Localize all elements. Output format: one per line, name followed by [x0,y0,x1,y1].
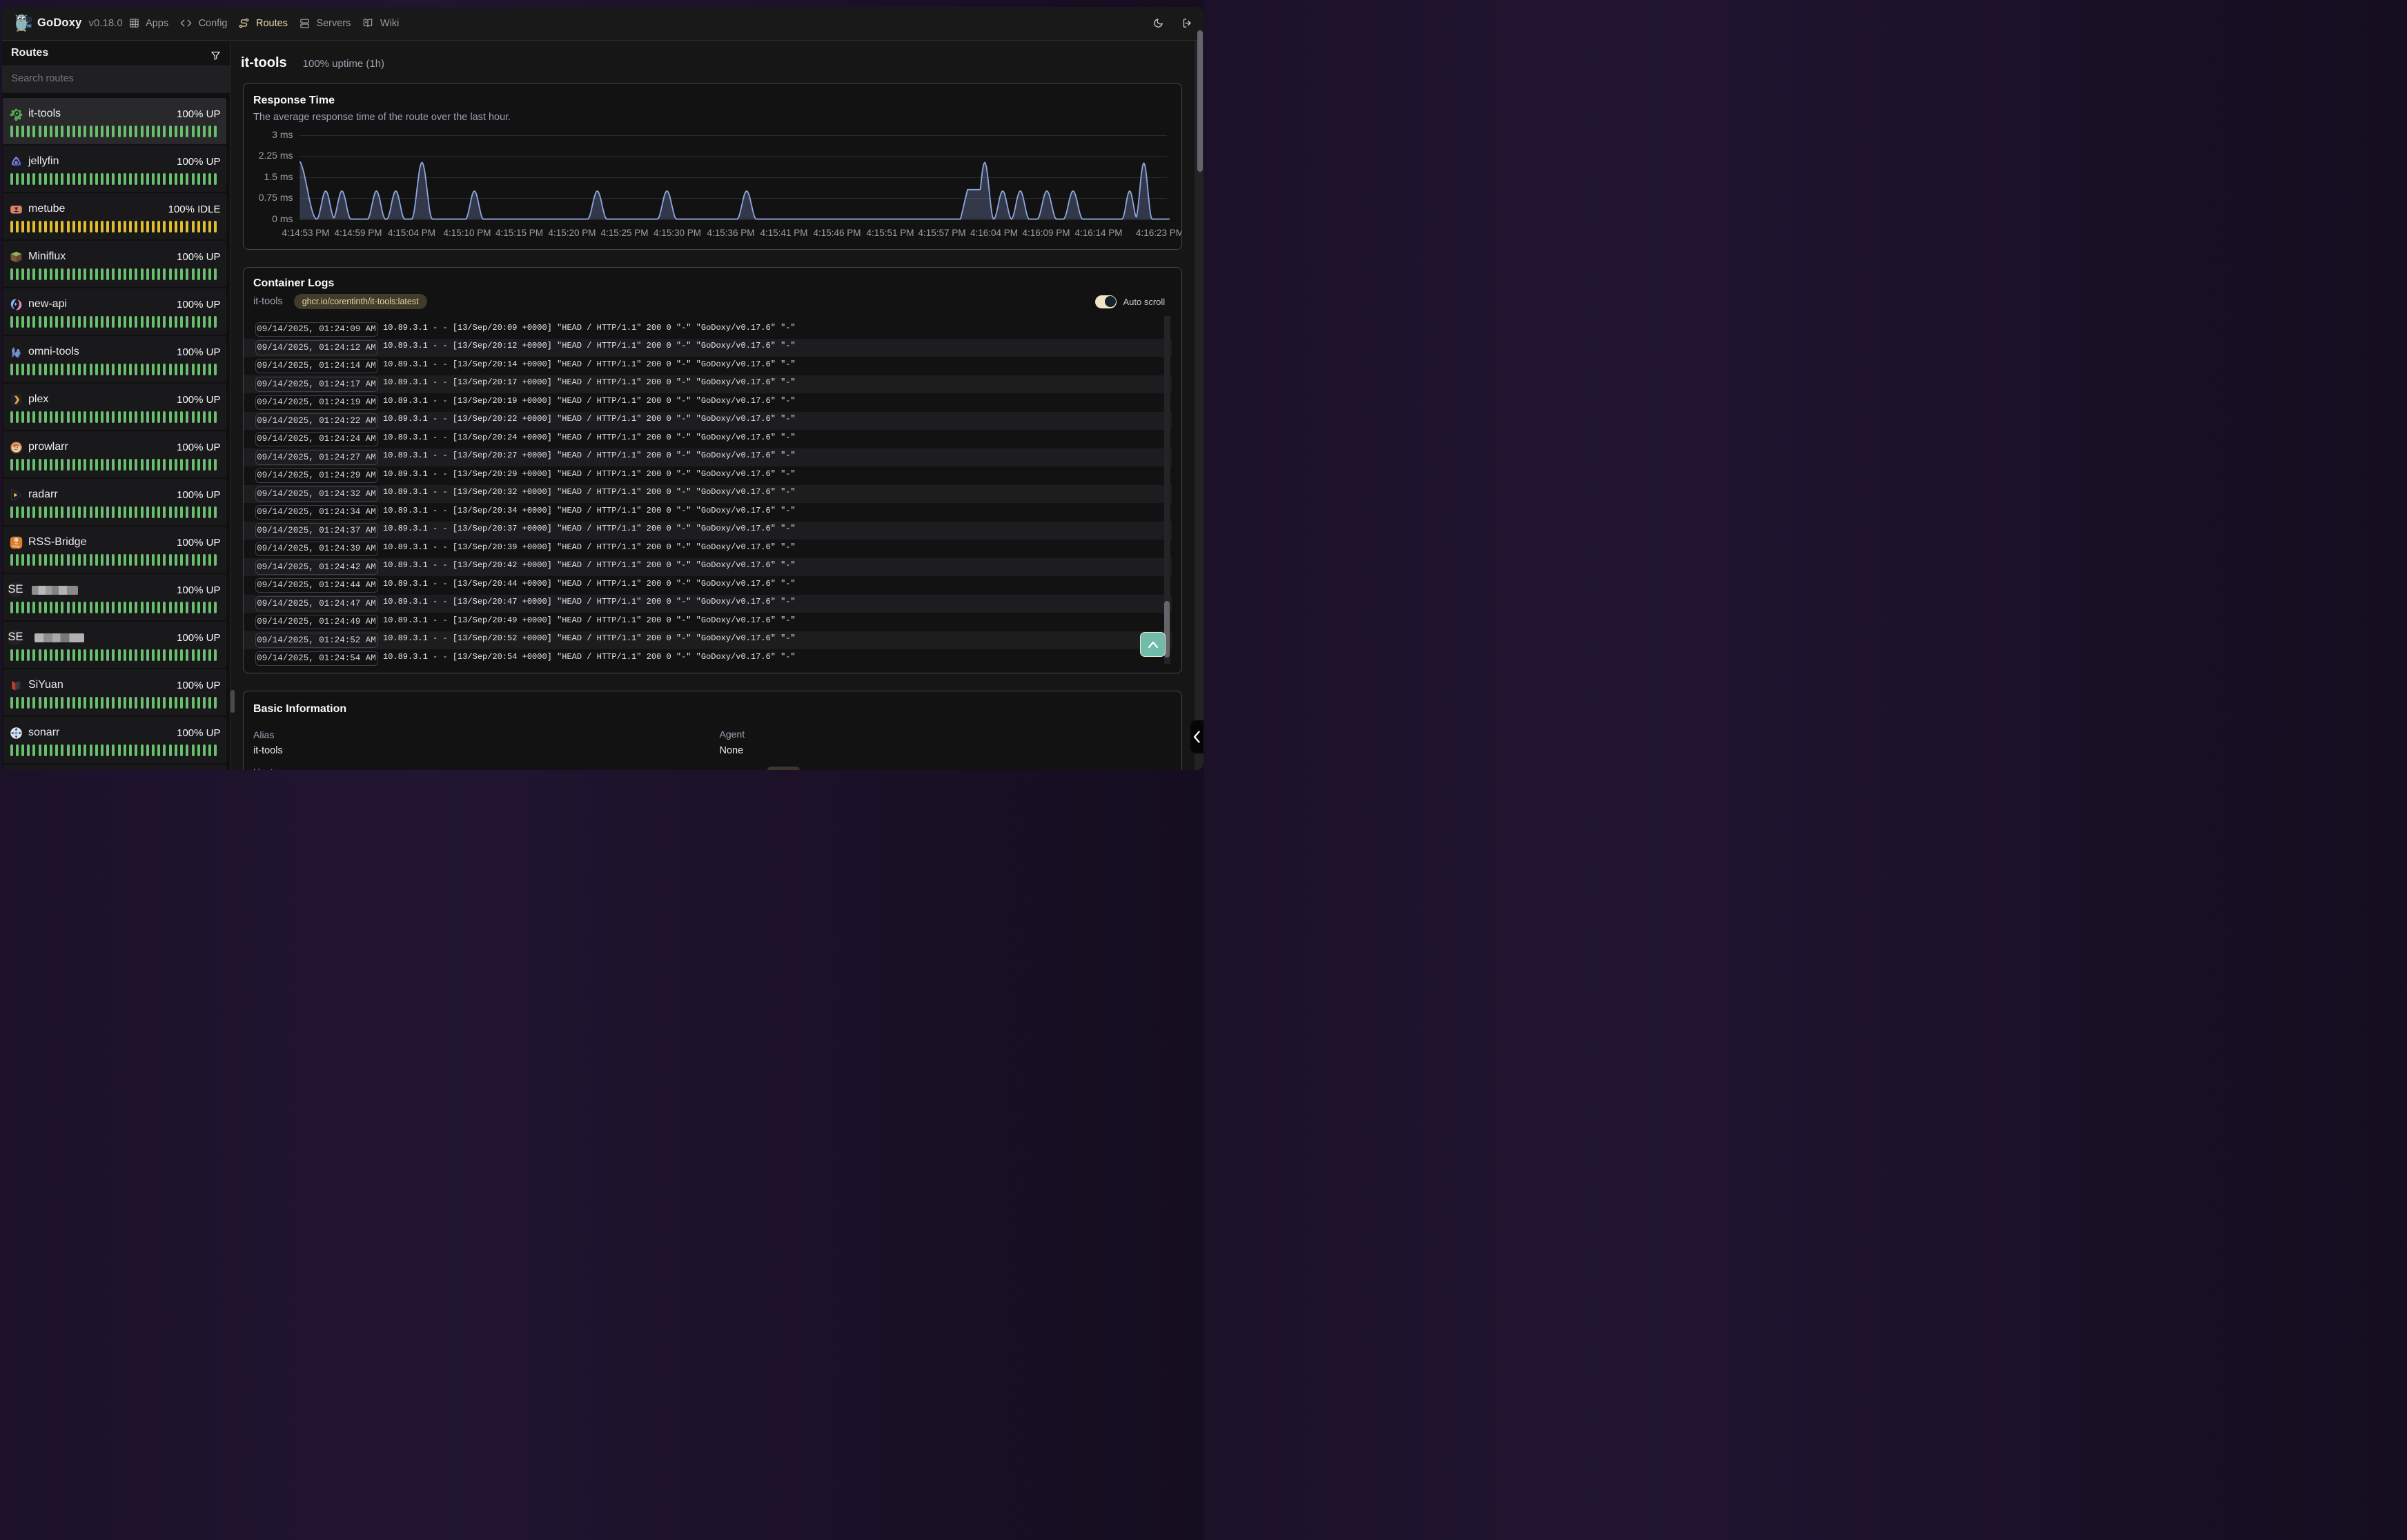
svg-text:Bridge: Bridge [12,544,19,547]
